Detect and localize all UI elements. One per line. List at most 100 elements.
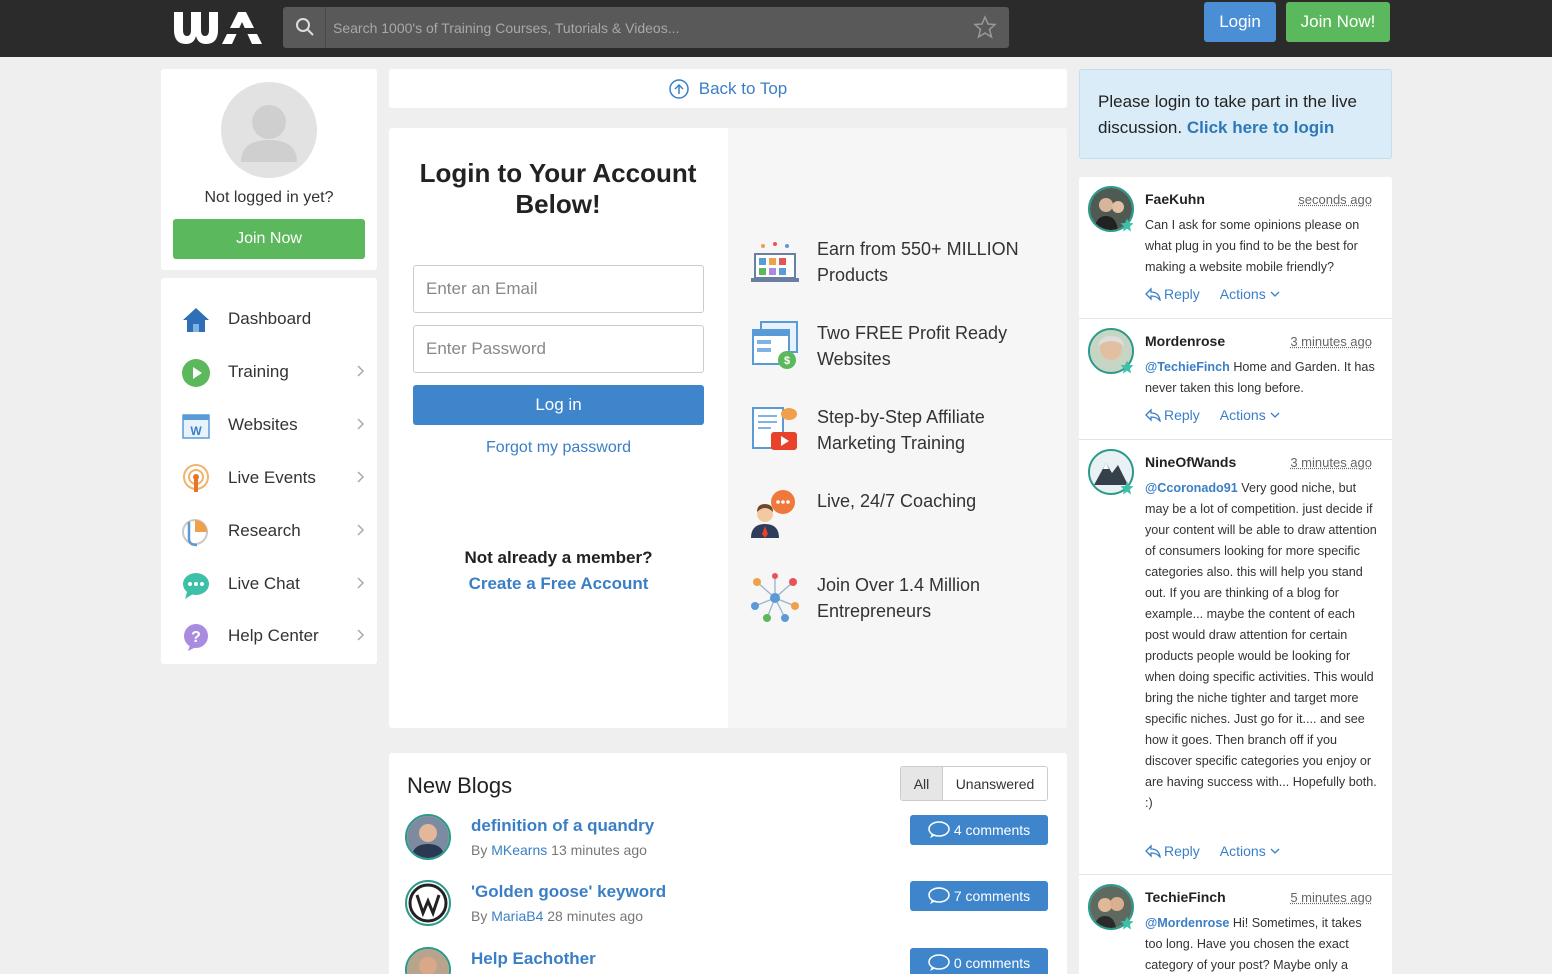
avatar[interactable] xyxy=(405,947,451,974)
login-button[interactable]: Login xyxy=(1204,2,1276,42)
sidebar-item-websites[interactable]: W Websites xyxy=(161,399,377,451)
chevron-right-icon xyxy=(357,418,365,430)
actions-dropdown[interactable]: Actions xyxy=(1220,843,1280,859)
top-navbar: Login Join Now! xyxy=(0,0,1552,57)
sidebar-item-label: Live Chat xyxy=(228,574,300,593)
reply-button[interactable]: Reply xyxy=(1145,286,1200,302)
chat-username[interactable]: FaeKuhn xyxy=(1145,191,1205,207)
search-icon[interactable] xyxy=(295,17,315,37)
actions-label: Actions xyxy=(1219,843,1266,859)
chevron-right-icon xyxy=(357,471,365,483)
filter-all-tab[interactable]: All xyxy=(901,767,943,800)
user-silhouette-icon xyxy=(241,105,297,162)
feature-item: Join Over 1.4 Million Entrepreneurs xyxy=(749,572,1049,632)
feature-item: Live, 24/7 Coaching xyxy=(749,488,1049,548)
sidebar-item-label: Research xyxy=(228,521,301,540)
actions-dropdown[interactable]: Actions xyxy=(1220,286,1280,302)
blog-title-link[interactable]: Help Eachother xyxy=(471,949,596,969)
search-bar xyxy=(283,7,1009,48)
chat-message-text: Can I ask for some opinions please on wh… xyxy=(1145,215,1377,278)
mention-link[interactable]: @Mordenrose xyxy=(1145,916,1229,930)
blogs-title: New Blogs xyxy=(407,773,513,798)
blog-time: 13 minutes ago xyxy=(551,842,647,858)
star-badge-icon xyxy=(1120,360,1134,374)
back-to-top-bar: Back to Top xyxy=(389,69,1067,108)
comment-bubble-icon xyxy=(928,954,950,971)
chat-icon xyxy=(183,573,209,599)
star-badge-icon xyxy=(1120,916,1134,930)
back-to-top-link[interactable]: Back to Top xyxy=(389,69,1067,108)
chat-username[interactable]: NineOfWands xyxy=(1145,454,1236,470)
reply-button[interactable]: Reply xyxy=(1145,843,1200,859)
blog-title-link[interactable]: definition of a quandry xyxy=(471,816,654,836)
blog-row: definition of a quandry By MKearns 13 mi… xyxy=(389,814,1067,874)
help-icon: ? xyxy=(184,624,208,651)
feature-item: Step-by-Step Affiliate Marketing Trainin… xyxy=(749,404,1049,464)
feature-text: Step-by-Step Affiliate Marketing Trainin… xyxy=(817,407,985,453)
chat-username[interactable]: Mordenrose xyxy=(1145,333,1225,349)
blog-title-link[interactable]: 'Golden goose' keyword xyxy=(471,882,666,902)
chat-username[interactable]: TechieFinch xyxy=(1145,889,1226,905)
reply-label: Reply xyxy=(1164,286,1200,302)
sidebar-item-live-chat[interactable]: Live Chat xyxy=(161,558,377,610)
chat-message-text: @TechieFinch Home and Garden. It has nev… xyxy=(1145,357,1377,399)
comment-bubble-icon xyxy=(928,887,950,904)
new-blogs-card: New Blogs All Unanswered definition of a… xyxy=(389,753,1067,974)
blog-filter: All Unanswered xyxy=(900,766,1048,801)
chat-message: FaeKuhn seconds ago Can I ask for some o… xyxy=(1079,177,1392,319)
chat-actions: Reply Actions xyxy=(1145,843,1280,859)
chevron-right-icon xyxy=(357,524,365,536)
blog-author-link[interactable]: MariaB4 xyxy=(491,908,543,924)
comments-button[interactable]: 4 comments xyxy=(910,815,1048,845)
reply-button[interactable]: Reply xyxy=(1145,407,1200,423)
comments-count: 4 comments xyxy=(953,822,1031,838)
chevron-down-icon xyxy=(1270,412,1280,418)
comments-count: 7 comments xyxy=(953,888,1031,904)
create-account-link[interactable]: Create a Free Account xyxy=(389,574,728,594)
not-member-text: Not already a member? xyxy=(464,548,653,567)
comments-button[interactable]: 0 comments xyxy=(910,948,1048,974)
click-here-to-login-link[interactable]: Click here to login xyxy=(1187,118,1334,137)
wa-logo-avatar-icon xyxy=(408,883,448,923)
join-now-button[interactable]: Join Now xyxy=(173,219,365,259)
forgot-password-link[interactable]: Forgot my password xyxy=(389,439,728,457)
websites-icon: $ xyxy=(752,321,798,369)
star-icon[interactable] xyxy=(973,15,997,39)
sidebar-item-live-events[interactable]: Live Events xyxy=(161,452,377,504)
log-in-button[interactable]: Log in xyxy=(413,385,704,425)
website-icon: W xyxy=(182,414,210,439)
blog-author-link[interactable]: MKearns xyxy=(491,842,547,858)
sidebar-item-dashboard[interactable]: Dashboard xyxy=(161,293,377,345)
feature-text: Two FREE Profit Ready Websites xyxy=(817,323,1008,369)
email-field[interactable] xyxy=(413,265,704,313)
sidebar-item-label: Training xyxy=(228,362,289,381)
comments-button[interactable]: 7 comments xyxy=(910,881,1048,911)
chat-actions: Reply Actions xyxy=(1145,407,1280,423)
sidebar-item-research[interactable]: Research xyxy=(161,505,377,557)
not-logged-in-text: Not logged in yet? xyxy=(204,189,334,206)
avatar[interactable] xyxy=(405,880,451,926)
reply-label: Reply xyxy=(1164,407,1200,423)
profile-card: Not logged in yet? Join Now xyxy=(161,69,377,270)
sidebar-item-label: Help Center xyxy=(228,626,319,645)
mention-link[interactable]: @TechieFinch xyxy=(1145,360,1230,374)
join-now-header-button[interactable]: Join Now! xyxy=(1286,2,1390,42)
avatar[interactable] xyxy=(405,814,451,860)
reply-icon xyxy=(1145,408,1161,422)
mention-link[interactable]: @Ccoronado91 xyxy=(1145,481,1238,495)
sidebar-item-help-center[interactable]: ? Help Center xyxy=(161,610,377,662)
chat-message: Mordenrose 3 minutes ago @TechieFinch Ho… xyxy=(1079,319,1392,440)
password-field[interactable] xyxy=(413,325,704,373)
sidebar-item-training[interactable]: Training xyxy=(161,346,377,398)
actions-dropdown[interactable]: Actions xyxy=(1220,407,1280,423)
login-panel: Login to Your Account Below! Log in Forg… xyxy=(389,128,1067,728)
search-separator xyxy=(325,7,326,48)
chevron-down-icon xyxy=(1270,848,1280,854)
filter-unanswered-tab[interactable]: Unanswered xyxy=(943,767,1047,800)
reply-label: Reply xyxy=(1164,843,1200,859)
login-title: Login to Your Account Below! xyxy=(419,158,697,219)
wa-logo[interactable] xyxy=(172,8,264,48)
avatar xyxy=(221,82,317,178)
sidebar-item-label: Live Events xyxy=(228,468,316,487)
search-input[interactable] xyxy=(333,7,953,48)
